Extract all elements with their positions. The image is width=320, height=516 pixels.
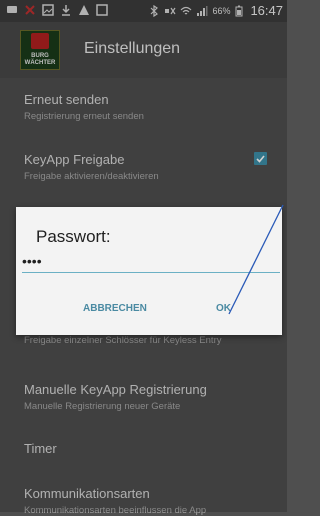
dialog-title: Passwort: [36, 227, 111, 246]
cancel-button[interactable]: ABBRECHEN [83, 303, 147, 314]
input-underline [22, 272, 280, 273]
password-dialog: Passwort: ABBRECHEN OK [16, 207, 282, 335]
ok-button[interactable]: OK [216, 303, 231, 314]
password-input[interactable] [22, 252, 278, 270]
